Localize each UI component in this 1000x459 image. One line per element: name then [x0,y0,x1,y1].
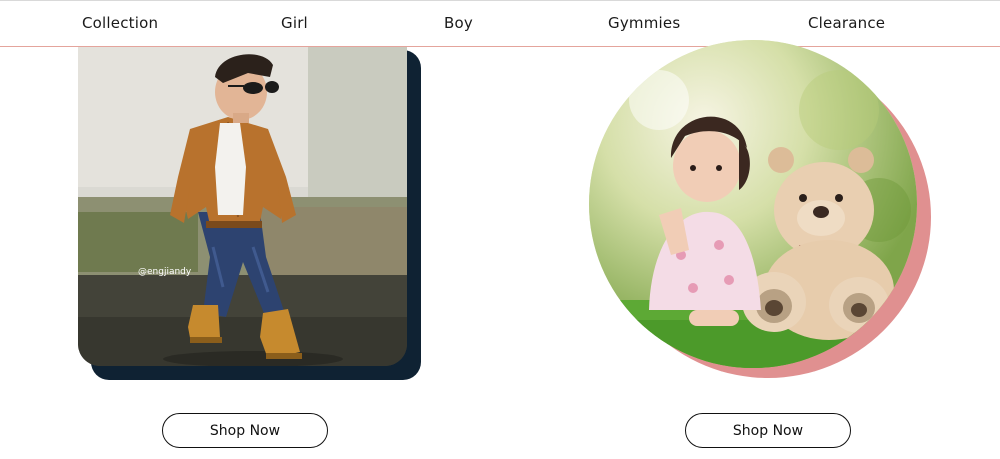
shop-now-button-girl[interactable]: Shop Now [685,413,851,448]
nav-item-collection[interactable]: Collection [82,14,158,32]
boy-card-image[interactable]: @engjiandy [78,47,407,366]
nav-item-boy[interactable]: Boy [444,14,473,32]
photo-watermark: @engjiandy [138,267,192,277]
nav-item-clearance[interactable]: Clearance [808,14,885,32]
girl-card-image[interactable] [589,40,917,368]
nav-item-gymmies[interactable]: Gymmies [608,14,680,32]
shop-now-button-boy[interactable]: Shop Now [162,413,328,448]
nav-item-girl[interactable]: Girl [281,14,308,32]
top-navigation: Collection Girl Boy Gymmies Clearance [0,0,1000,47]
